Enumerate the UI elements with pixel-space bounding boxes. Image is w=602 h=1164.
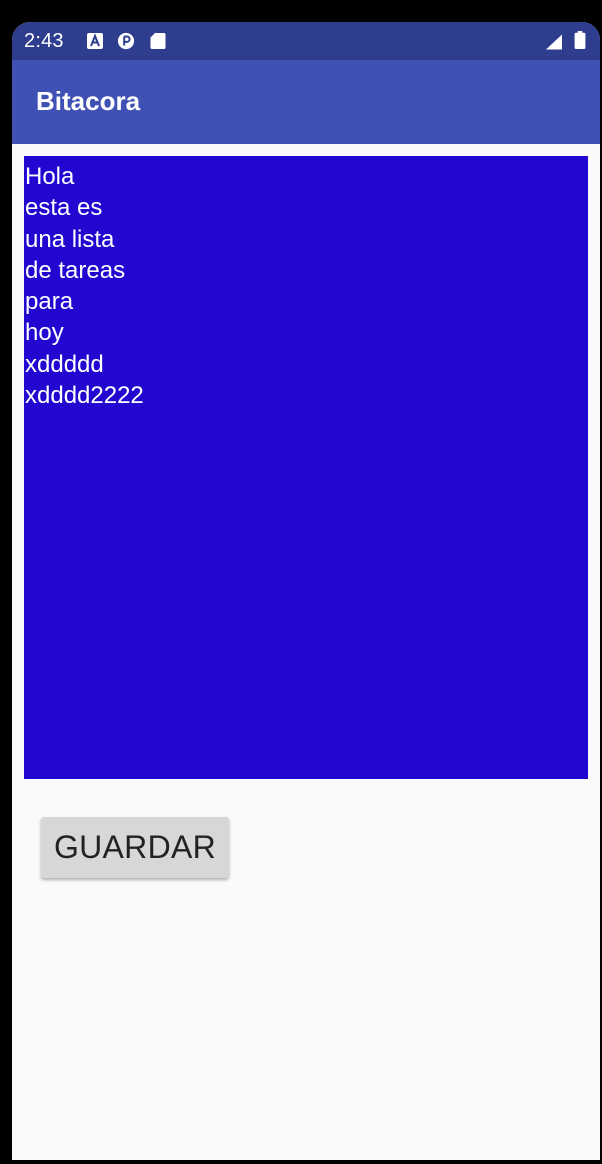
app-bar: Bitacora — [12, 60, 600, 144]
signal-icon — [546, 34, 562, 50]
main-content: Hola esta es una lista de tareas para ho… — [12, 144, 600, 1160]
app-title: Bitacora — [36, 86, 141, 116]
save-button[interactable]: GUARDAR — [41, 817, 229, 878]
sd-card-icon — [150, 33, 166, 49]
a-icon — [87, 33, 103, 49]
notes-text-area[interactable]: Hola esta es una lista de tareas para ho… — [24, 156, 588, 779]
circle-p-icon — [117, 32, 135, 50]
phone-screen: 2:43 Bitacora Hola esta es una lista de … — [12, 22, 600, 1160]
battery-icon — [574, 31, 586, 49]
device-frame: 2:43 Bitacora Hola esta es una lista de … — [0, 0, 602, 1164]
status-bar: 2:43 — [12, 22, 600, 60]
status-time: 2:43 — [24, 30, 64, 52]
